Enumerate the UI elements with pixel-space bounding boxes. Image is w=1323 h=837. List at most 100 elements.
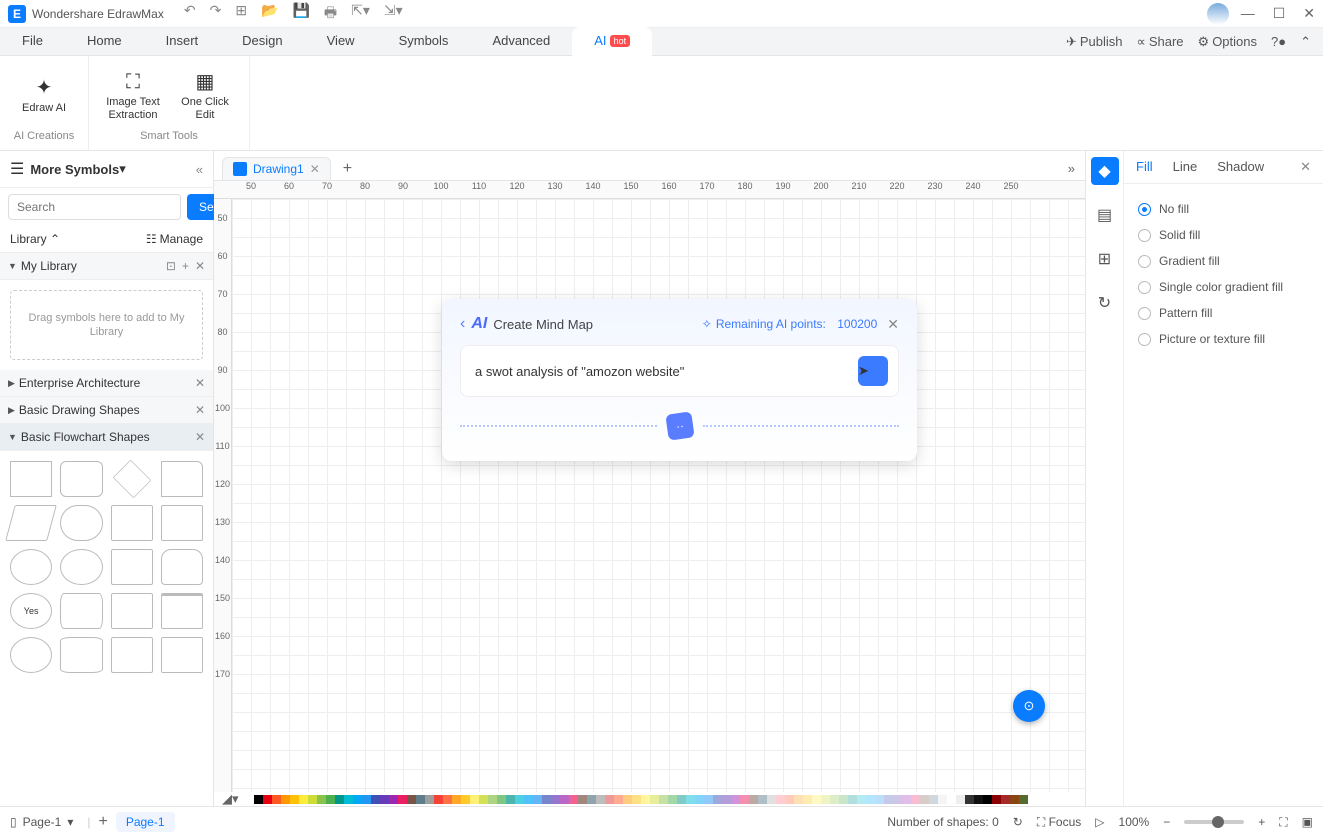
color-swatch[interactable] [326,795,335,804]
color-swatch[interactable] [362,795,371,804]
close-icon[interactable]: ✕ [1303,5,1315,22]
shape-yes[interactable]: Yes [10,593,52,629]
symbol-search-input[interactable] [8,194,181,220]
edraw-ai-button[interactable]: ✦ Edraw AI [14,62,74,130]
prompt-text[interactable]: a swot analysis of "amozon website" [475,364,858,379]
add-icon[interactable]: ⊡ [166,259,176,273]
color-swatch[interactable] [524,795,533,804]
color-swatch[interactable] [722,795,731,804]
fit-screen-icon[interactable]: ▣ [1302,815,1313,829]
new-icon[interactable]: ⊞ [235,2,247,26]
section-basic-flowchart-shapes[interactable]: ▼ Basic Flowchart Shapes ✕ [0,424,213,451]
color-swatch[interactable] [434,795,443,804]
zoom-in-button[interactable]: + [1258,815,1265,829]
minimize-icon[interactable]: — [1241,5,1255,22]
export-icon[interactable]: ⇱▾ [351,2,370,26]
color-swatch[interactable] [497,795,506,804]
color-swatch[interactable] [389,795,398,804]
color-swatch[interactable] [965,795,974,804]
color-swatch[interactable] [578,795,587,804]
tab-file[interactable]: File [0,27,65,56]
color-swatch[interactable] [803,795,812,804]
color-swatch[interactable] [560,795,569,804]
color-swatch[interactable] [659,795,668,804]
shape-data[interactable] [5,505,57,541]
color-swatch[interactable] [443,795,452,804]
color-swatch[interactable] [857,795,866,804]
shape-card[interactable] [111,593,153,629]
fit-page-icon[interactable]: ⛶ [1279,815,1287,830]
color-swatch[interactable] [407,795,416,804]
color-swatch[interactable] [686,795,695,804]
color-swatch[interactable] [785,795,794,804]
more-symbols-header[interactable]: ☰ More Symbols▾ « [0,151,213,188]
drawing-canvas[interactable]: ‹ AI Create Mind Map ✧ Remaining AI poin… [232,199,1085,792]
color-swatch[interactable] [731,795,740,804]
color-swatch[interactable] [758,795,767,804]
image-text-extraction-button[interactable]: ⛶ Image Text Extraction [103,62,163,130]
color-swatch[interactable] [281,795,290,804]
ai-points-display[interactable]: ✧ Remaining AI points: 100200 [702,317,878,331]
shape-cylinder[interactable] [60,637,102,673]
color-swatch[interactable] [263,795,272,804]
color-swatch[interactable] [542,795,551,804]
color-swatch[interactable] [776,795,785,804]
color-swatch[interactable] [452,795,461,804]
shape-rect2[interactable] [161,637,203,673]
color-swatch[interactable] [533,795,542,804]
color-swatch[interactable] [380,795,389,804]
color-swatch[interactable] [740,795,749,804]
fill-option-gradient[interactable]: Gradient fill [1138,248,1309,274]
tab-symbols[interactable]: Symbols [377,27,471,56]
save-icon[interactable]: 💾 [292,2,309,26]
color-swatch[interactable] [839,795,848,804]
color-swatch[interactable] [848,795,857,804]
color-swatch[interactable] [425,795,434,804]
page-selector[interactable]: ▯Page-1 ▾ [10,815,73,829]
refresh-icon[interactable]: ↻ [1013,815,1023,829]
tab-line[interactable]: Line [1173,159,1198,175]
color-swatch[interactable] [506,795,515,804]
color-swatch[interactable] [398,795,407,804]
color-swatch[interactable] [677,795,686,804]
color-swatch[interactable] [416,795,425,804]
layout-tool-icon[interactable]: ⊞ [1091,245,1119,273]
close-section-icon[interactable]: ✕ [195,376,205,390]
shape-oval[interactable] [60,549,102,585]
color-swatch[interactable] [911,795,920,804]
redo-icon[interactable]: ↷ [210,2,222,26]
tab-shadow[interactable]: Shadow [1217,159,1264,175]
plus-icon[interactable]: + [182,259,189,273]
fill-option-single-gradient[interactable]: Single color gradient fill [1138,274,1309,300]
color-swatch[interactable] [1001,795,1010,804]
color-swatch[interactable] [704,795,713,804]
tab-home[interactable]: Home [65,27,144,56]
color-swatch[interactable] [623,795,632,804]
color-swatch[interactable] [632,795,641,804]
print-icon[interactable]: 🖶 [324,2,337,26]
fill-option-picture[interactable]: Picture or texture fill [1138,326,1309,352]
fill-tool-icon[interactable]: ◆ [1091,157,1119,185]
color-swatch[interactable] [821,795,830,804]
zoom-out-button[interactable]: − [1163,815,1170,829]
shape-connector[interactable] [10,549,52,585]
shape-trapezoid[interactable] [111,637,153,673]
color-swatch[interactable] [479,795,488,804]
close-section-icon[interactable]: ✕ [195,403,205,417]
text-tool-icon[interactable]: ▤ [1091,201,1119,229]
user-avatar[interactable] [1207,3,1229,25]
color-swatch[interactable] [1019,795,1028,804]
color-swatch[interactable] [956,795,965,804]
color-swatch[interactable] [551,795,560,804]
fill-option-no-fill[interactable]: No fill [1138,196,1309,222]
color-swatch[interactable] [308,795,317,804]
color-swatch[interactable] [767,795,776,804]
color-swatch[interactable] [875,795,884,804]
publish-button[interactable]: ✈Publish [1066,34,1123,50]
close-document-icon[interactable]: ✕ [310,162,320,176]
tab-insert[interactable]: Insert [144,27,221,56]
manage-button[interactable]: ☷Manage [146,232,203,246]
color-swatch[interactable] [596,795,605,804]
section-enterprise-architecture[interactable]: ▶ Enterprise Architecture ✕ [0,370,213,397]
color-swatch[interactable] [884,795,893,804]
